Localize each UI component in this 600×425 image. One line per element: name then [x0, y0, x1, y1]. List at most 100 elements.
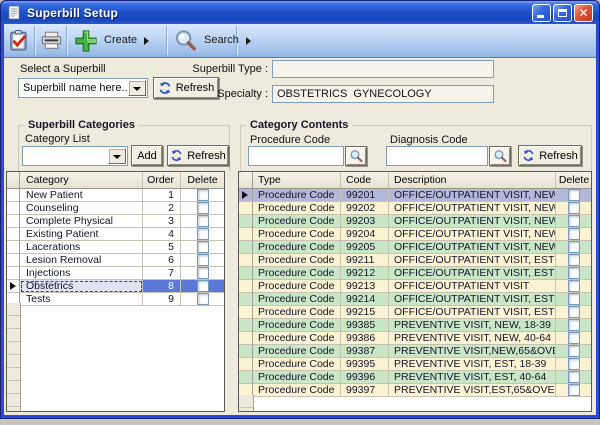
type-column-header[interactable]: Type [253, 172, 341, 188]
type-cell[interactable]: Procedure Code [253, 254, 341, 267]
row-selector-cell[interactable] [239, 371, 253, 384]
row-selector-cell[interactable] [239, 267, 253, 280]
title-bar[interactable]: Superbill Setup ✕ [1, 1, 599, 24]
category-cell[interactable]: New Patient [20, 189, 143, 202]
row-selector-cell[interactable] [7, 267, 20, 280]
procedure-row[interactable]: Procedure Code99213OFFICE/OUTPATIENT VIS… [239, 280, 591, 293]
description-cell[interactable]: OFFICE/OUTPATIENT VISIT [389, 280, 556, 293]
delete-checkbox[interactable] [568, 358, 580, 370]
code-cell[interactable]: 99215 [341, 306, 389, 319]
row-selector-cell[interactable] [7, 189, 20, 202]
row-selector-cell[interactable] [239, 293, 253, 306]
code-cell[interactable]: 99211 [341, 254, 389, 267]
category-cell[interactable]: Obstetrics [20, 280, 143, 293]
code-cell[interactable]: 99214 [341, 293, 389, 306]
description-cell[interactable]: PREVENTIVE VISIT,NEW,65&OVER [389, 345, 556, 358]
delete-checkbox[interactable] [568, 228, 580, 240]
row-selector-cell[interactable] [239, 215, 253, 228]
description-cell[interactable]: OFFICE/OUTPATIENT VISIT, NEW [389, 241, 556, 254]
search-expand-arrow-icon[interactable] [246, 37, 251, 45]
code-cell[interactable]: 99385 [341, 319, 389, 332]
delete-checkbox[interactable] [568, 215, 580, 227]
procedure-row[interactable]: Procedure Code99215OFFICE/OUTPATIENT VIS… [239, 306, 591, 319]
type-cell[interactable]: Procedure Code [253, 293, 341, 306]
row-selector-cell[interactable] [239, 358, 253, 371]
description-cell[interactable]: OFFICE/OUTPATIENT VISIT, NEW [389, 228, 556, 241]
procedure-row[interactable]: Procedure Code99201OFFICE/OUTPATIENT VIS… [239, 189, 591, 202]
order-cell[interactable]: 7 [143, 267, 181, 280]
procedure-row[interactable]: Procedure Code99202OFFICE/OUTPATIENT VIS… [239, 202, 591, 215]
description-cell[interactable]: PREVENTIVE VISIT, NEW, 40-64 [389, 332, 556, 345]
delete-checkbox[interactable] [197, 267, 209, 279]
procedure-row[interactable]: Procedure Code99386PREVENTIVE VISIT, NEW… [239, 332, 591, 345]
row-selector-cell[interactable] [7, 280, 20, 293]
diagnosis-lookup-button[interactable] [489, 146, 511, 166]
type-cell[interactable]: Procedure Code [253, 345, 341, 358]
row-selector-cell[interactable] [239, 306, 253, 319]
delete-checkbox[interactable] [568, 254, 580, 266]
row-selector-cell[interactable] [7, 215, 20, 228]
code-cell[interactable]: 99213 [341, 280, 389, 293]
row-selector-cell[interactable] [239, 319, 253, 332]
category-row[interactable]: Lesion Removal6 [7, 254, 224, 267]
type-cell[interactable]: Procedure Code [253, 384, 341, 397]
delete-checkbox[interactable] [197, 202, 209, 214]
category-cell[interactable]: Existing Patient [20, 228, 143, 241]
procedure-code-input[interactable] [248, 146, 344, 166]
procedure-row[interactable]: Procedure Code99214OFFICE/OUTPATIENT VIS… [239, 293, 591, 306]
procedure-row[interactable]: Procedure Code99395PREVENTIVE VISIT, EST… [239, 358, 591, 371]
print-icon[interactable] [41, 31, 62, 50]
delete-checkbox[interactable] [568, 384, 580, 396]
type-cell[interactable]: Procedure Code [253, 267, 341, 280]
procedure-row[interactable]: Procedure Code99205OFFICE/OUTPATIENT VIS… [239, 241, 591, 254]
order-cell[interactable]: 8 [143, 280, 181, 293]
delete-checkbox[interactable] [568, 293, 580, 305]
code-cell[interactable]: 99386 [341, 332, 389, 345]
category-row[interactable]: New Patient1 [7, 189, 224, 202]
order-column-header[interactable]: Order [143, 172, 181, 188]
row-selector-cell[interactable] [7, 254, 20, 267]
specialty-field[interactable]: OBSTETRICS GYNECOLOGY [272, 85, 494, 103]
description-cell[interactable]: OFFICE/OUTPATIENT VISIT, EST [389, 293, 556, 306]
procedure-row[interactable]: Procedure Code99203OFFICE/OUTPATIENT VIS… [239, 215, 591, 228]
superbill-name-dropdown[interactable]: Superbill name here... [18, 78, 148, 98]
save-clipboard-check-icon[interactable] [9, 29, 29, 52]
row-selector-cell[interactable] [239, 202, 253, 215]
row-selector-cell[interactable] [7, 241, 20, 254]
code-cell[interactable]: 99201 [341, 189, 389, 202]
create-plus-icon[interactable] [74, 29, 98, 53]
description-cell[interactable]: OFFICE/OUTPATIENT VISIT, EST [389, 306, 556, 319]
description-cell[interactable]: OFFICE/OUTPATIENT VISIT, EST [389, 254, 556, 267]
code-cell[interactable]: 99212 [341, 267, 389, 280]
delete-checkbox[interactable] [568, 267, 580, 279]
delete-checkbox[interactable] [197, 254, 209, 266]
procedure-row[interactable]: Procedure Code99385PREVENTIVE VISIT, NEW… [239, 319, 591, 332]
description-cell[interactable]: PREVENTIVE VISIT, EST, 18-39 [389, 358, 556, 371]
dropdown-arrow-icon[interactable] [108, 148, 126, 164]
order-cell[interactable]: 4 [143, 228, 181, 241]
row-selector-cell[interactable] [239, 189, 253, 202]
code-cell[interactable]: 99204 [341, 228, 389, 241]
type-cell[interactable]: Procedure Code [253, 189, 341, 202]
search-button[interactable]: Search [204, 34, 239, 46]
code-cell[interactable]: 99202 [341, 202, 389, 215]
delete-column-header[interactable]: Delete [181, 172, 224, 188]
category-column-header[interactable]: Category [20, 172, 143, 188]
type-cell[interactable]: Procedure Code [253, 332, 341, 345]
code-cell[interactable]: 99397 [341, 384, 389, 397]
type-cell[interactable]: Procedure Code [253, 241, 341, 254]
category-row[interactable]: Complete Physical3 [7, 215, 224, 228]
delete-checkbox[interactable] [568, 306, 580, 318]
order-cell[interactable]: 5 [143, 241, 181, 254]
create-expand-arrow-icon[interactable] [144, 37, 149, 45]
category-cell[interactable]: Lesion Removal [20, 254, 143, 267]
add-category-button[interactable]: Add [131, 145, 163, 166]
description-cell[interactable]: OFFICE/OUTPATIENT VISIT, EST [389, 267, 556, 280]
maximize-button[interactable] [553, 4, 572, 22]
description-cell[interactable]: OFFICE/OUTPATIENT VISIT, NEW [389, 202, 556, 215]
delete-checkbox[interactable] [197, 241, 209, 253]
categories-refresh-button[interactable]: Refresh [167, 145, 229, 166]
description-cell[interactable]: OFFICE/OUTPATIENT VISIT, NEW [389, 215, 556, 228]
row-selector-cell[interactable] [7, 202, 20, 215]
delete-checkbox[interactable] [568, 189, 580, 201]
